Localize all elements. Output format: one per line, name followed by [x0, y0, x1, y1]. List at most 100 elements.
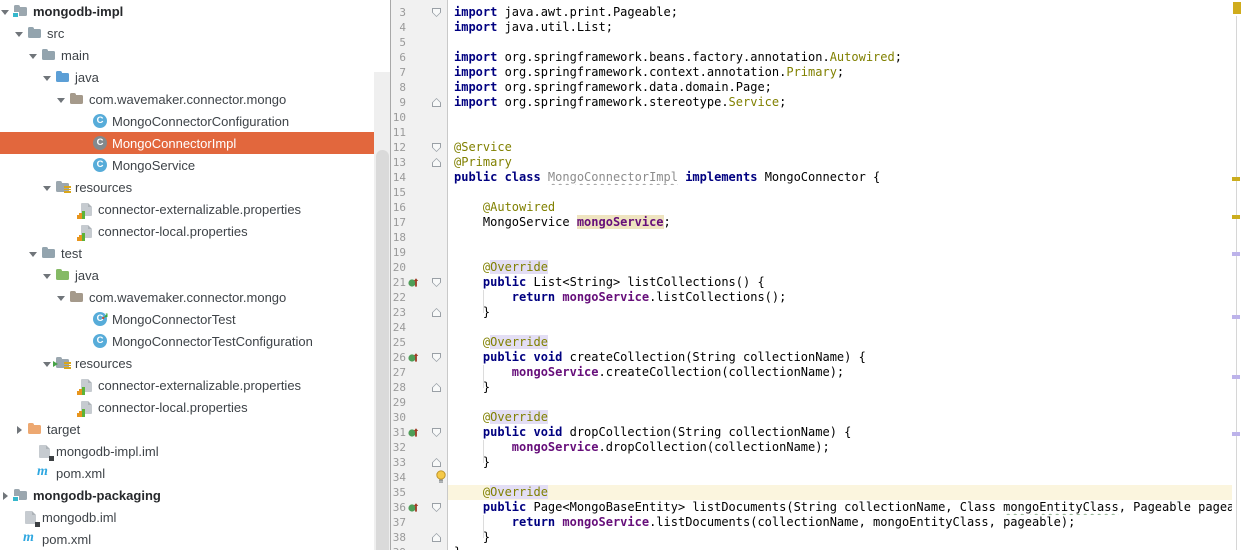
chevron-expanded-icon[interactable]: [28, 249, 37, 258]
code-text[interactable]: import org.springframework.context.annot…: [448, 65, 1241, 80]
editor-line[interactable]: 6import org.springframework.beans.factor…: [391, 50, 1241, 65]
tree-item[interactable]: mpom.xml: [0, 528, 390, 550]
editor-line[interactable]: 18: [391, 230, 1241, 245]
tree-item[interactable]: connector-externalizable.properties: [0, 198, 390, 220]
editor-line[interactable]: 4import java.util.List;: [391, 20, 1241, 35]
code-text[interactable]: [448, 125, 1241, 140]
code-text[interactable]: mongoService.dropCollection(collectionNa…: [448, 440, 1241, 455]
code-text[interactable]: return mongoService.listCollections();: [448, 290, 1241, 305]
project-tree-panel[interactable]: mongodb-implsrcmainjavacom.wavemaker.con…: [0, 0, 390, 550]
tree-item[interactable]: CMongoConnectorImpl: [0, 132, 390, 154]
tree-item[interactable]: resources: [0, 352, 390, 374]
chevron-expanded-icon[interactable]: [14, 29, 23, 38]
code-text[interactable]: @Autowired: [448, 200, 1241, 215]
chevron-expanded-icon[interactable]: [42, 73, 51, 82]
code-text[interactable]: @Service: [448, 140, 1241, 155]
code-text[interactable]: }: [448, 305, 1241, 320]
tree-item[interactable]: mpom.xml: [0, 462, 390, 484]
fold-marker-up-icon[interactable]: [432, 458, 441, 467]
fold-marker-up-icon[interactable]: [432, 158, 441, 167]
chevron-expanded-icon[interactable]: [42, 271, 51, 280]
code-text[interactable]: [448, 185, 1241, 200]
editor-line[interactable]: 33 }: [391, 455, 1241, 470]
code-text[interactable]: public class MongoConnectorImpl implemen…: [448, 170, 1241, 185]
editor-line[interactable]: 9import org.springframework.stereotype.S…: [391, 95, 1241, 110]
code-text[interactable]: [448, 230, 1241, 245]
code-text[interactable]: }: [448, 455, 1241, 470]
editor-line[interactable]: 5: [391, 35, 1241, 50]
code-text[interactable]: [448, 320, 1241, 335]
tree-item[interactable]: CMongoConnectorConfiguration: [0, 110, 390, 132]
editor-line[interactable]: 8import org.springframework.data.domain.…: [391, 80, 1241, 95]
override-method-gutter-icon[interactable]: [406, 425, 420, 440]
stripe-warning-mark[interactable]: [1232, 177, 1240, 181]
editor-line[interactable]: 36 public Page<MongoBaseEntity> listDocu…: [391, 500, 1241, 515]
editor-lines[interactable]: 3import java.awt.print.Pageable;4import …: [391, 0, 1241, 550]
fold-marker-down-icon[interactable]: [432, 503, 441, 512]
code-text[interactable]: [448, 245, 1241, 260]
tree-item[interactable]: src: [0, 22, 390, 44]
code-text[interactable]: @Override: [448, 260, 1241, 275]
editor-line[interactable]: 15: [391, 185, 1241, 200]
fold-marker-down-icon[interactable]: [432, 353, 441, 362]
tree-item[interactable]: main: [0, 44, 390, 66]
code-text[interactable]: @Primary: [448, 155, 1241, 170]
editor-line[interactable]: 3import java.awt.print.Pageable;: [391, 5, 1241, 20]
tree-item[interactable]: com.wavemaker.connector.mongo: [0, 88, 390, 110]
editor-line[interactable]: 10: [391, 110, 1241, 125]
stripe-info-mark[interactable]: [1232, 252, 1240, 256]
editor-line[interactable]: 29: [391, 395, 1241, 410]
code-text[interactable]: [448, 35, 1241, 50]
editor-line[interactable]: 37 return mongoService.listDocuments(col…: [391, 515, 1241, 530]
chevron-collapsed-icon[interactable]: [0, 491, 9, 500]
code-text[interactable]: }: [448, 545, 1241, 550]
editor-line[interactable]: 23 }: [391, 305, 1241, 320]
stripe-info-mark[interactable]: [1232, 432, 1240, 436]
editor-line[interactable]: 30 @Override: [391, 410, 1241, 425]
chevron-expanded-icon[interactable]: [42, 183, 51, 192]
tree-item[interactable]: connector-local.properties: [0, 396, 390, 418]
tree-item[interactable]: com.wavemaker.connector.mongo: [0, 286, 390, 308]
tree-item[interactable]: CMongoConnectorTestConfiguration: [0, 330, 390, 352]
tree-item[interactable]: java: [0, 264, 390, 286]
editor-line[interactable]: 21 public List<String> listCollections()…: [391, 275, 1241, 290]
override-method-gutter-icon[interactable]: [406, 350, 420, 365]
tree-item[interactable]: CMongoService: [0, 154, 390, 176]
code-text[interactable]: public void createCollection(String coll…: [448, 350, 1241, 365]
chevron-collapsed-icon[interactable]: [14, 425, 23, 434]
tree-item[interactable]: java: [0, 66, 390, 88]
code-text[interactable]: @Override: [448, 485, 1241, 500]
code-text[interactable]: return mongoService.listDocuments(collec…: [448, 515, 1241, 530]
editor-line[interactable]: 38 }: [391, 530, 1241, 545]
tree-item[interactable]: test: [0, 242, 390, 264]
fold-marker-down-icon[interactable]: [432, 143, 441, 152]
editor-line[interactable]: 7import org.springframework.context.anno…: [391, 65, 1241, 80]
editor-line[interactable]: 11: [391, 125, 1241, 140]
override-method-gutter-icon[interactable]: [406, 500, 420, 515]
override-method-gutter-icon[interactable]: [406, 275, 420, 290]
code-text[interactable]: public Page<MongoBaseEntity> listDocumen…: [448, 500, 1241, 515]
chevron-expanded-icon[interactable]: [56, 95, 65, 104]
code-text[interactable]: import java.util.List;: [448, 20, 1241, 35]
chevron-expanded-icon[interactable]: [56, 293, 65, 302]
editor-line[interactable]: 20 @Override: [391, 260, 1241, 275]
tree-item[interactable]: CMongoConnectorTest: [0, 308, 390, 330]
code-text[interactable]: @Override: [448, 410, 1241, 425]
code-text[interactable]: MongoService mongoService;: [448, 215, 1241, 230]
code-editor-panel[interactable]: 3import java.awt.print.Pageable;4import …: [390, 0, 1241, 550]
tree-item[interactable]: target: [0, 418, 390, 440]
editor-line[interactable]: 17 MongoService mongoService;: [391, 215, 1241, 230]
code-text[interactable]: [448, 470, 1241, 485]
editor-line[interactable]: 32 mongoService.dropCollection(collectio…: [391, 440, 1241, 455]
editor-line[interactable]: 13@Primary: [391, 155, 1241, 170]
code-text[interactable]: public void dropCollection(String collec…: [448, 425, 1241, 440]
fold-marker-up-icon[interactable]: [432, 533, 441, 542]
tree-item[interactable]: connector-externalizable.properties: [0, 374, 390, 396]
tree-item[interactable]: connector-local.properties: [0, 220, 390, 242]
tree-scrollbar-thumb[interactable]: [376, 150, 389, 550]
tree-item[interactable]: mongodb.iml: [0, 506, 390, 528]
editor-line[interactable]: 16 @Autowired: [391, 200, 1241, 215]
fold-marker-up-icon[interactable]: [432, 308, 441, 317]
editor-line[interactable]: 26 public void createCollection(String c…: [391, 350, 1241, 365]
code-text[interactable]: import org.springframework.beans.factory…: [448, 50, 1241, 65]
